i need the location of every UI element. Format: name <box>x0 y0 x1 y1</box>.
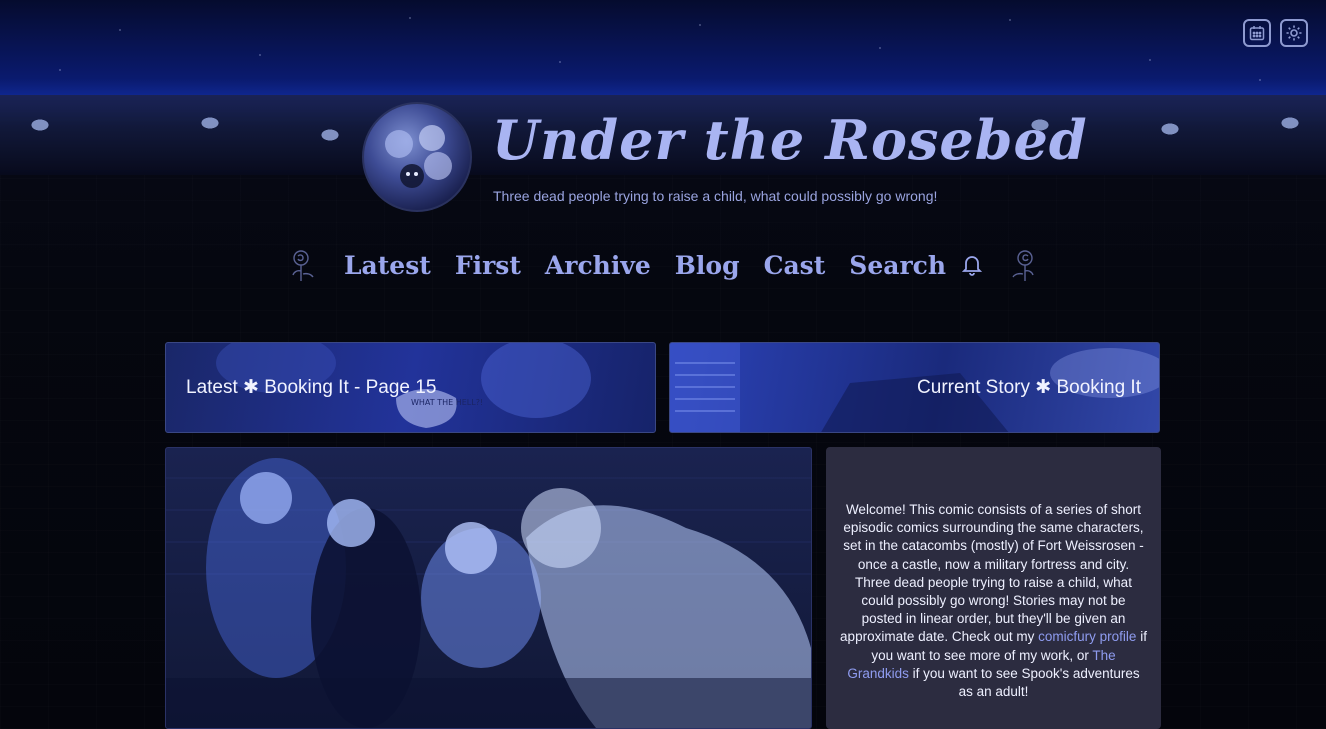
site-avatar-image[interactable] <box>362 102 472 212</box>
featured-comic-image[interactable] <box>165 447 812 729</box>
nav-blog[interactable]: Blog <box>675 251 740 280</box>
top-right-toolbar <box>1243 19 1308 47</box>
current-story-label: Current Story ✱ Booking It <box>917 377 1141 398</box>
nav-latest[interactable]: Latest <box>344 251 431 280</box>
site-tagline: Three dead people trying to raise a chil… <box>493 188 938 204</box>
settings-icon[interactable] <box>1280 19 1308 47</box>
current-story-banner[interactable]: Current Story ✱ Booking It <box>669 342 1160 433</box>
site-title[interactable]: Under the Rosebed <box>492 108 1088 172</box>
calendar-icon[interactable] <box>1243 19 1271 47</box>
rose-ornament-icon <box>288 247 320 283</box>
latest-page-label: Latest ✱ Booking It - Page 15 <box>186 377 437 398</box>
bell-icon[interactable] <box>962 254 983 276</box>
welcome-panel: Welcome! This comic consists of a series… <box>826 447 1161 729</box>
welcome-text: Welcome! This comic consists of a series… <box>840 502 1144 645</box>
nav-cast[interactable]: Cast <box>764 251 826 280</box>
nav-search[interactable]: Search <box>849 251 946 280</box>
nav-first[interactable]: First <box>455 251 521 280</box>
welcome-text: if you want to see Spook's adventures as… <box>908 665 1140 700</box>
main-nav: Latest First Archive Blog Cast Search <box>0 247 1326 283</box>
rose-ornament-icon <box>1006 247 1038 283</box>
speech-bubble-text: WHAT THE HELL?! <box>411 398 483 407</box>
latest-page-banner[interactable]: WHAT THE HELL?! Latest ✱ Booking It - Pa… <box>165 342 656 433</box>
nav-archive[interactable]: Archive <box>545 251 651 280</box>
page: Under the Rosebed Three dead people tryi… <box>0 0 1326 729</box>
comicfury-profile-link[interactable]: comicfury profile <box>1038 629 1136 644</box>
